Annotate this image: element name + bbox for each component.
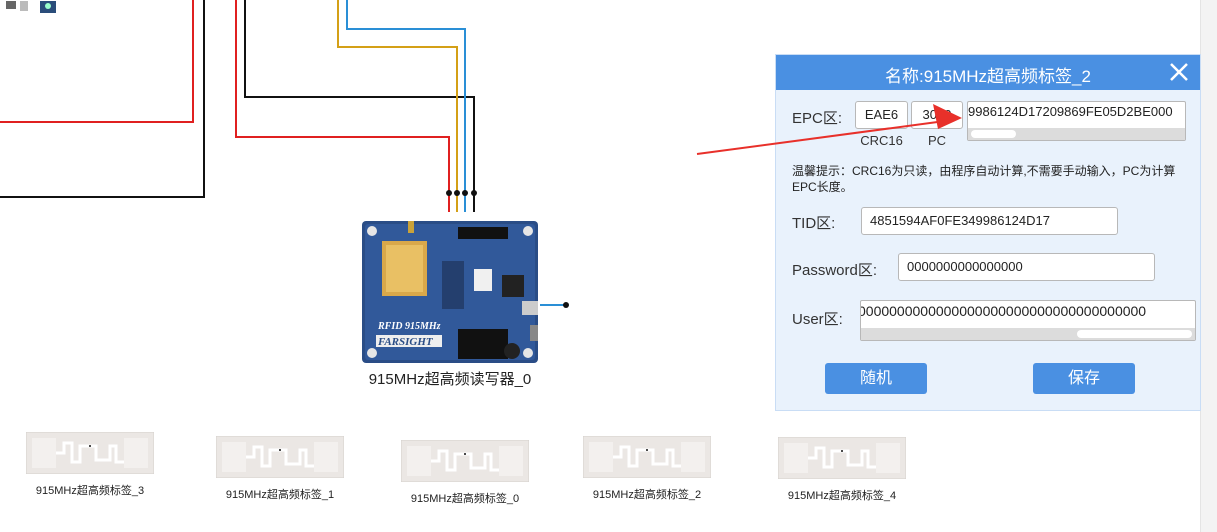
tag-label: 915MHz超高频标签_2 xyxy=(592,489,702,501)
user-label: User区: xyxy=(792,311,843,328)
uhf-tag-icon xyxy=(216,436,344,478)
dialog-header[interactable]: 名称:915MHz超高频标签_2 xyxy=(776,55,1200,90)
rfid-tag-0[interactable]: 915MHz超高频标签_0 xyxy=(395,440,535,506)
random-button[interactable]: 随机 xyxy=(825,363,927,394)
epc-label: EPC区: xyxy=(792,110,843,127)
uhf-tag-icon xyxy=(778,437,906,479)
hint-text: 温馨提示：CRC16为只读，由程序自动计算,不需要手动输入，PC为计算EPC长度… xyxy=(792,164,1176,194)
crc16-field[interactable]: EAE6 xyxy=(855,101,908,129)
epc-value: 9986124D17209869FE05D2BE000 xyxy=(968,104,1173,119)
uhf-tag-icon xyxy=(583,436,711,478)
wire-red-reader xyxy=(235,0,450,212)
tid-label: TID区: xyxy=(792,215,836,232)
tag-label: 915MHz超高频标签_3 xyxy=(35,485,145,497)
wire-black-reader xyxy=(244,0,475,212)
tag-label: 915MHz超高频标签_4 xyxy=(787,490,897,502)
rfid-tag-1[interactable]: 915MHz超高频标签_1 xyxy=(210,436,350,502)
crc16-label: CRC16 xyxy=(860,133,903,148)
rfid-tag-2[interactable]: 915MHz超高频标签_2 xyxy=(577,436,717,502)
save-button[interactable]: 保存 xyxy=(1033,363,1135,394)
tag-properties-dialog: 名称:915MHz超高频标签_2 EPC区: EAE6 CRC16 3000 P… xyxy=(775,54,1201,411)
reader-board-icon: RFID 915MHz FARSIGHT xyxy=(362,221,538,363)
vertical-scrollbar[interactable] xyxy=(1200,0,1217,532)
epc-field[interactable]: 9986124D17209869FE05D2BE000 xyxy=(967,101,1186,141)
password-label: Password区: xyxy=(792,262,878,279)
rfid-tag-3[interactable]: 915MHz超高频标签_3 xyxy=(20,432,160,498)
tag-label: 915MHz超高频标签_0 xyxy=(410,493,520,505)
reader-brand-text: FARSIGHT xyxy=(377,336,434,348)
close-icon[interactable] xyxy=(1166,59,1192,85)
epc-scrollbar[interactable] xyxy=(968,128,1185,140)
uhf-tag-icon xyxy=(26,432,154,474)
reader-label: 915MHz超高频读写器_0 xyxy=(368,371,532,388)
dialog-title: 名称:915MHz超高频标签_2 xyxy=(885,67,1091,86)
user-field[interactable]: 0000000000000000000000000000000000000 xyxy=(860,300,1196,341)
uhf-tag-icon xyxy=(401,440,529,482)
wire-blue-reader xyxy=(346,0,466,212)
rfid-reader-device[interactable]: RFID 915MHz FARSIGHT xyxy=(362,221,538,363)
wire-red-left xyxy=(0,0,194,123)
reader-board-text: RFID 915MHz xyxy=(377,321,441,332)
pc-field[interactable]: 3000 xyxy=(911,101,963,129)
tag-label: 915MHz超高频标签_1 xyxy=(225,489,335,501)
wire-orange-reader xyxy=(337,0,458,212)
user-value: 0000000000000000000000000000000000000 xyxy=(860,303,1147,319)
user-scrollbar[interactable] xyxy=(861,328,1195,340)
wire-black-left xyxy=(0,0,205,198)
workspace-canvas[interactable]: RFID 915MHz FARSIGHT 915MHz超高频读写器_0 915M… xyxy=(0,0,1217,532)
rfid-tag-4[interactable]: 915MHz超高频标签_4 xyxy=(772,437,912,503)
password-field[interactable]: 0000000000000000 xyxy=(898,253,1155,281)
epc-scroll-thumb[interactable] xyxy=(971,130,1016,138)
mini-device-icon[interactable] xyxy=(6,0,56,13)
user-scroll-thumb[interactable] xyxy=(1077,330,1192,338)
pc-label: PC xyxy=(927,133,947,148)
tid-field[interactable]: 4851594AF0FE349986124D17 xyxy=(861,207,1118,235)
